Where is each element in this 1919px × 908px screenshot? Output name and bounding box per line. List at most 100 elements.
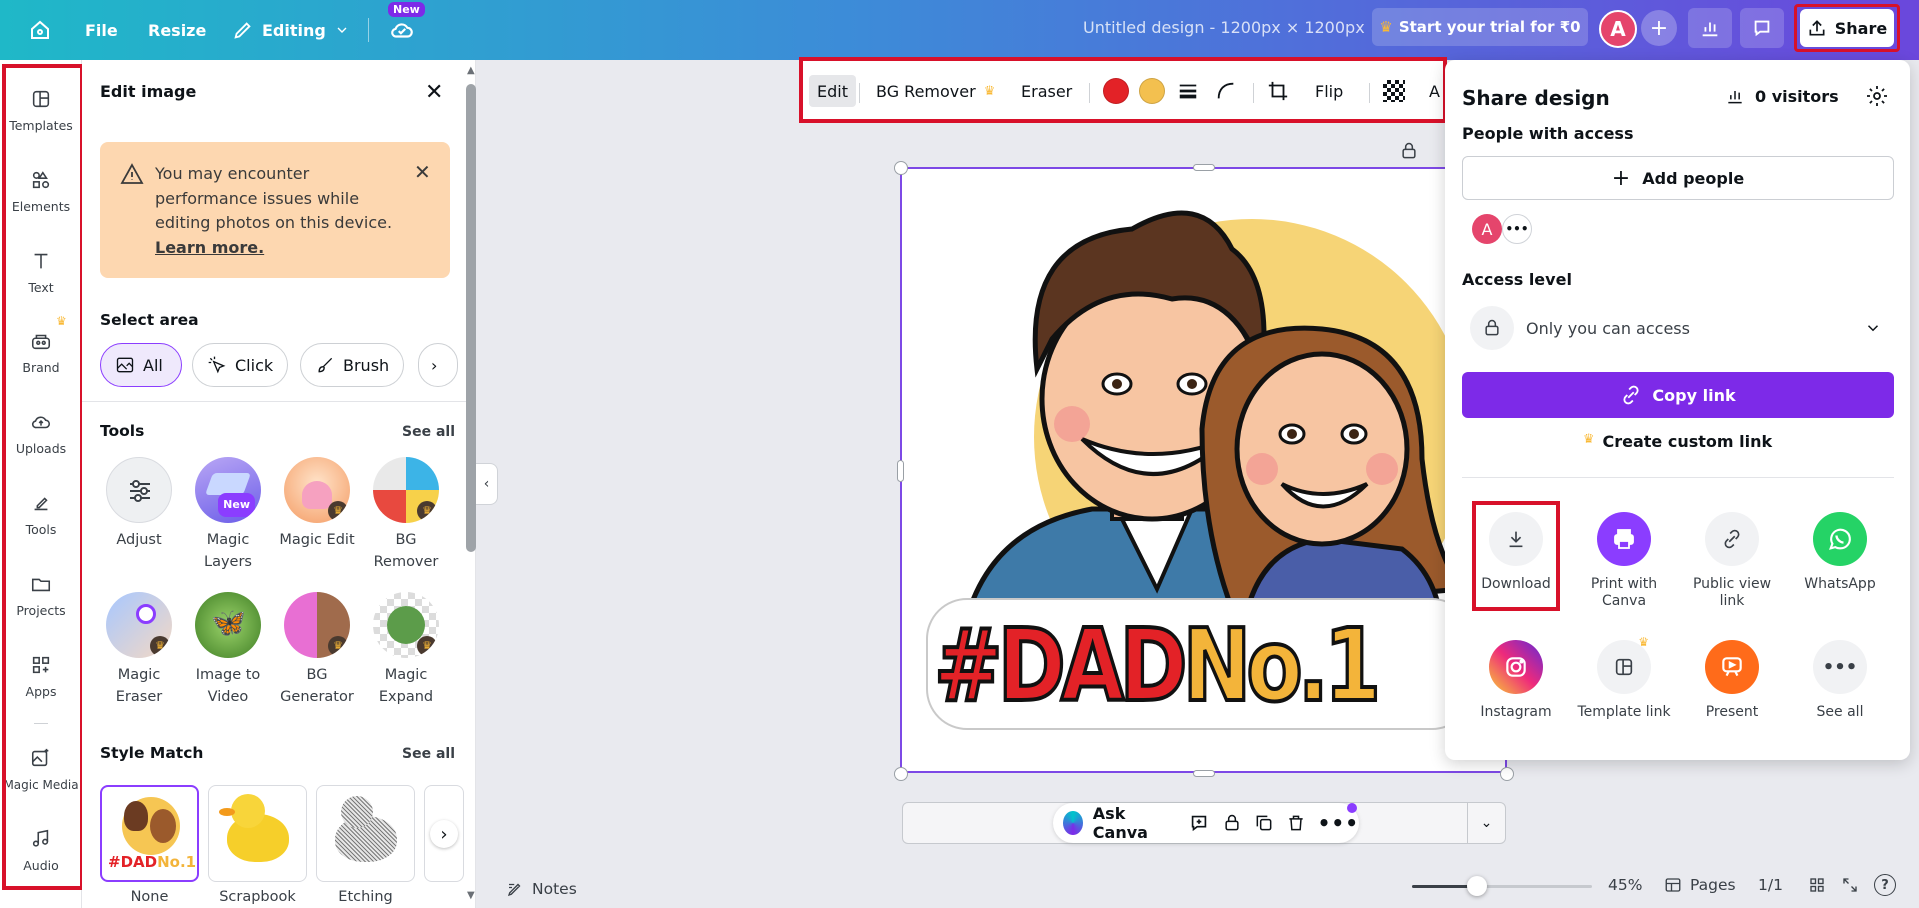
tool-magic-expand[interactable]: ♛ Magic Expand: [361, 592, 451, 708]
scroll-up-arrow[interactable]: ▲: [467, 65, 475, 76]
notes-button[interactable]: Notes: [506, 880, 577, 898]
resize-handle-bottom-right[interactable]: [1500, 767, 1514, 781]
tool-image-to-video[interactable]: 🦋 Image to Video: [183, 592, 273, 708]
more-options-icon[interactable]: •••: [1318, 811, 1359, 835]
transparency-button[interactable]: [1383, 75, 1405, 107]
edit-button[interactable]: Edit: [809, 75, 856, 107]
insights-button[interactable]: [1688, 8, 1732, 48]
share-option-see-all[interactable]: ••• See all: [1790, 640, 1890, 721]
crop-button[interactable]: [1267, 75, 1289, 107]
share-button[interactable]: Share: [1800, 9, 1894, 47]
scroll-down-arrow[interactable]: ▼: [467, 890, 475, 901]
style-scrapbook-thumbnail[interactable]: [208, 785, 307, 882]
tool-bg-generator[interactable]: ♛ BG Generator: [272, 592, 362, 708]
home-icon: [31, 20, 49, 39]
tool-magic-eraser[interactable]: ♛ Magic Eraser: [94, 592, 184, 708]
help-icon: ?: [1881, 877, 1889, 893]
collapse-panel-button[interactable]: ‹: [476, 463, 498, 505]
member-avatar[interactable]: A: [1472, 214, 1502, 244]
more-toolbar-cut[interactable]: A: [1429, 75, 1440, 107]
share-option-public-view-link[interactable]: Public view link: [1682, 512, 1782, 610]
resize-button[interactable]: Resize: [148, 0, 206, 60]
tool-label: Magic Edit: [279, 532, 355, 548]
close-panel-button[interactable]: ✕: [425, 80, 443, 105]
chevron-right-icon: ›: [440, 823, 448, 845]
color-swatch-yellow[interactable]: [1139, 75, 1165, 107]
avatar[interactable]: A: [1599, 10, 1637, 48]
invite-plus-button[interactable]: +: [1641, 10, 1677, 46]
select-all-chip[interactable]: All: [100, 343, 182, 387]
share-option-present[interactable]: Present: [1682, 640, 1782, 721]
resize-handle-bottom-left[interactable]: [894, 767, 908, 781]
ask-canva-button[interactable]: Ask Canva: [1093, 804, 1170, 842]
performance-warning: You may encounter performance issues whi…: [100, 142, 450, 278]
add-people-button[interactable]: + Add people: [1462, 156, 1894, 200]
notes-label: Notes: [532, 880, 577, 898]
tool-label: Magic Expand: [378, 667, 434, 705]
share-settings-button[interactable]: [1865, 84, 1889, 112]
tool-adjust[interactable]: Adjust: [94, 457, 184, 551]
share-option-whatsapp[interactable]: WhatsApp: [1790, 512, 1890, 593]
fullscreen-button[interactable]: [1841, 876, 1859, 898]
start-trial-button[interactable]: ♛ Start your trial for ₹0: [1372, 8, 1588, 46]
lock-button[interactable]: [1395, 137, 1423, 165]
file-menu[interactable]: File: [85, 0, 118, 60]
tools-heading: Tools: [100, 422, 145, 440]
share-option-print[interactable]: Print with Canva: [1574, 512, 1674, 610]
zoom-level[interactable]: 45%: [1608, 876, 1642, 894]
trash-icon[interactable]: [1286, 813, 1306, 833]
bg-remover-button[interactable]: BG Remover ♛: [876, 75, 995, 107]
help-button[interactable]: ?: [1874, 874, 1896, 896]
flip-button[interactable]: Flip: [1315, 75, 1343, 107]
magic-edit-icon: ♛: [284, 457, 350, 523]
design-title[interactable]: Untitled design - 1200px × 1200px: [1083, 18, 1365, 37]
select-click-chip[interactable]: Click: [192, 343, 289, 387]
style-none-thumbnail[interactable]: #DADNo.1: [100, 785, 199, 882]
resize-handle-bottom[interactable]: [1193, 770, 1215, 777]
design-canvas[interactable]: #DADNo.1: [900, 167, 1507, 773]
copy-link-button[interactable]: Copy link: [1462, 372, 1894, 418]
style-etching-thumbnail[interactable]: [316, 785, 415, 882]
panel-scrollbar[interactable]: [466, 84, 476, 552]
corner-rounding-button[interactable]: [1215, 75, 1237, 107]
select-brush-chip[interactable]: Brush: [300, 343, 405, 387]
magic-eraser-icon: ♛: [106, 592, 172, 658]
pages-button[interactable]: Pages: [1664, 876, 1736, 894]
style-see-all-link[interactable]: See all: [402, 746, 455, 762]
access-level-dropdown[interactable]: Only you can access: [1462, 304, 1894, 352]
border-weight-icon: [1179, 84, 1197, 99]
comments-button[interactable]: [1740, 8, 1784, 48]
dismiss-warning-button[interactable]: ✕: [414, 160, 431, 184]
resize-handle-top-left[interactable]: [894, 161, 908, 175]
cloud-check-icon: [391, 23, 413, 38]
border-style-button[interactable]: [1177, 75, 1199, 107]
select-area-next-button[interactable]: ›: [418, 343, 458, 387]
editing-mode-dropdown[interactable]: Editing: [232, 0, 350, 60]
resize-handle-left[interactable]: [897, 460, 904, 482]
create-custom-link-button[interactable]: ♛ Create custom link: [1445, 432, 1910, 451]
more-members-button[interactable]: •••: [1502, 214, 1532, 244]
lock-icon[interactable]: [1222, 813, 1242, 833]
tools-see-all-link[interactable]: See all: [402, 424, 455, 440]
expand-toolbar-button[interactable]: ⌄: [1467, 803, 1505, 843]
share-option-template-link[interactable]: ♛ Template link: [1574, 635, 1674, 721]
visitors-label: 0 visitors: [1755, 86, 1839, 106]
resize-handle-top[interactable]: [1193, 164, 1215, 171]
color-swatch-red[interactable]: [1103, 75, 1129, 107]
zoom-slider[interactable]: [1412, 876, 1592, 896]
zoom-slider-knob[interactable]: [1466, 876, 1487, 896]
tool-magic-edit[interactable]: ♛ Magic Edit: [272, 457, 362, 551]
style-next-button[interactable]: ›: [430, 820, 458, 848]
learn-more-link[interactable]: Learn more.: [155, 238, 264, 257]
tool-magic-layers[interactable]: New Magic Layers: [183, 457, 273, 573]
grid-view-button[interactable]: [1808, 876, 1826, 898]
style-match-heading: Style Match: [100, 744, 204, 762]
visitors-count-button[interactable]: 0 visitors: [1725, 86, 1839, 106]
tool-label: Magic Eraser: [115, 667, 163, 705]
home-button[interactable]: [28, 0, 52, 60]
eraser-button[interactable]: Eraser: [1021, 75, 1072, 107]
tool-bg-remover[interactable]: ♛ BG Remover: [361, 457, 451, 573]
duplicate-icon[interactable]: [1254, 813, 1274, 833]
share-option-instagram[interactable]: Instagram: [1466, 640, 1566, 721]
add-comment-icon[interactable]: [1188, 812, 1210, 834]
